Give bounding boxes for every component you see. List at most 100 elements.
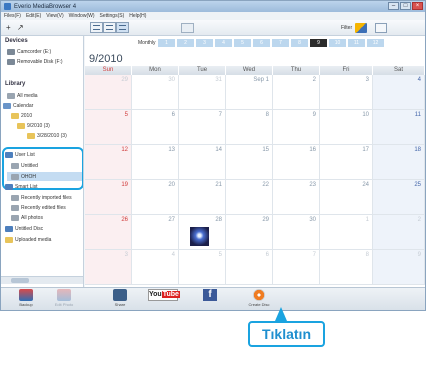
add-button[interactable]: + [6, 23, 11, 33]
calendar-day-cell[interactable]: 7 [273, 250, 320, 285]
calendar-day-cell[interactable]: 9 [373, 250, 425, 285]
calendar-day-cell[interactable]: 21 [179, 180, 226, 215]
media-thumbnail[interactable] [190, 227, 209, 246]
calendar-day-cell[interactable]: 3 [85, 250, 132, 285]
month-tab[interactable]: 8 [291, 39, 308, 47]
calendar-day-cell[interactable]: 14 [179, 145, 226, 180]
calendar-day-cell[interactable]: 10 [320, 110, 373, 145]
calendar-day-cell[interactable]: 25 [373, 180, 425, 215]
facebook-button[interactable]: f [193, 289, 227, 310]
calendar-day-cell[interactable]: 20 [132, 180, 179, 215]
calendar-view-icon[interactable] [116, 22, 129, 33]
calendar-day-cell[interactable]: 31 [179, 75, 226, 110]
sidebar-item-untitled-disc[interactable]: Untitled Disc [5, 224, 43, 233]
sidebar-item-all-photos[interactable]: All photos [11, 213, 43, 222]
create-disc-button[interactable]: Create Disc [242, 289, 276, 310]
month-tab[interactable]: 1 [158, 39, 175, 47]
month-tab[interactable]: 9 [310, 39, 327, 47]
calendar-day-cell[interactable]: 8 [320, 250, 373, 285]
calendar-day-cell[interactable]: 3 [320, 75, 373, 110]
calendar-day-cell[interactable]: 8 [226, 110, 273, 145]
calendar-day-cell[interactable]: 5 [85, 110, 132, 145]
calendar-day-cell[interactable]: 30 [132, 75, 179, 110]
calendar-day-cell[interactable]: 12 [85, 145, 132, 180]
calendar-day-cell[interactable]: 6 [226, 250, 273, 285]
calendar-day-cell[interactable]: 6 [132, 110, 179, 145]
calendar-day-cell[interactable]: 16 [273, 145, 320, 180]
sidebar-item-uploaded[interactable]: Uploaded media [5, 235, 51, 244]
menu-window[interactable]: Window(W) [69, 13, 95, 19]
minimize-button[interactable]: – [388, 2, 399, 10]
sidebar-item-calendar[interactable]: Calendar [3, 101, 33, 110]
refresh-button[interactable] [181, 23, 194, 33]
day-number: 30 [168, 77, 175, 83]
calendar-day-cell[interactable]: 4 [132, 250, 179, 285]
calendar-day-cell[interactable]: Sep 1 [226, 75, 273, 110]
calendar-day-cell[interactable]: 23 [273, 180, 320, 215]
month-tab[interactable]: 5 [234, 39, 251, 47]
month-tab[interactable]: 7 [272, 39, 289, 47]
month-tab[interactable]: 6 [253, 39, 270, 47]
close-button[interactable]: × [412, 2, 423, 10]
calendar-day-cell[interactable]: 2 [373, 215, 425, 250]
calendar-day-cell[interactable]: 17 [320, 145, 373, 180]
calendar-day-cell[interactable]: 26 [85, 215, 132, 250]
calendar-day-cell[interactable]: 1 [320, 215, 373, 250]
youtube-button[interactable]: YouTube [146, 289, 180, 310]
calendar-day-cell[interactable]: 13 [132, 145, 179, 180]
share-button[interactable]: Share [103, 289, 137, 310]
sidebar-item-smart-list[interactable]: Smart List [5, 182, 38, 191]
day-number: 5 [218, 252, 222, 258]
menu-files[interactable]: Files(F) [4, 13, 21, 19]
calendar-day-cell[interactable]: 22 [226, 180, 273, 215]
grid-view-icon[interactable] [90, 22, 103, 33]
sidebar-item-removable-disk[interactable]: Removable Disk (F:) [7, 57, 63, 66]
sidebar-item-2010[interactable]: 2010 [11, 111, 32, 120]
sidebar-item-recently-edited[interactable]: Recently edited files [11, 203, 66, 212]
sidebar-item-recently-imported[interactable]: Recently imported files [11, 193, 72, 202]
month-tab[interactable]: 11 [348, 39, 365, 47]
calendar-day-cell[interactable]: 18 [373, 145, 425, 180]
backup-button[interactable]: Backup [9, 289, 43, 310]
calendar-day-cell[interactable]: 30 [273, 215, 320, 250]
calendar-day-cell[interactable]: 15 [226, 145, 273, 180]
list-view-icon[interactable] [103, 22, 116, 33]
calendar-day-cell[interactable]: 29 [85, 75, 132, 110]
library-heading: Library [5, 81, 26, 87]
maximize-button[interactable]: □ [400, 2, 411, 10]
calendar-day-cell[interactable]: 24 [320, 180, 373, 215]
sort-icon[interactable]: ↗ [17, 23, 24, 33]
calendar-day-cell[interactable]: 9 [273, 110, 320, 145]
menu-settings[interactable]: Settings(S) [100, 13, 125, 19]
calendar-day-cell[interactable]: 4 [373, 75, 425, 110]
menu-edit[interactable]: Edit(E) [26, 13, 41, 19]
calendar-day-cell[interactable]: 29 [226, 215, 273, 250]
menu-help[interactable]: Help(H) [129, 13, 146, 19]
day-number: 23 [309, 182, 316, 188]
edit-photo-button[interactable]: Edit Photo [47, 289, 81, 310]
scrollbar-thumb[interactable] [11, 278, 29, 283]
calendar-day-cell[interactable]: 19 [85, 180, 132, 215]
filter-options-icon[interactable] [375, 23, 387, 33]
calendar-day-cell[interactable]: 27 [132, 215, 179, 250]
sidebar-scrollbar[interactable] [1, 276, 83, 284]
month-tab[interactable]: 3 [196, 39, 213, 47]
weekday-header: Wed [226, 66, 273, 75]
sidebar-item-camcorder[interactable]: Camcorder (E:) [7, 47, 51, 56]
month-tab[interactable]: 10 [329, 39, 346, 47]
calendar-day-cell[interactable]: 2 [273, 75, 320, 110]
sidebar-item-3-28-2010[interactable]: 3/28/2010 (3) [27, 131, 67, 140]
day-number: 17 [362, 147, 369, 153]
menu-view[interactable]: View(V) [46, 13, 63, 19]
filter-icon[interactable] [355, 23, 367, 33]
sidebar-item-9-2010[interactable]: 9/2010 (3) [17, 121, 50, 130]
calendar-day-cell[interactable]: 7 [179, 110, 226, 145]
calendar-day-cell[interactable]: 5 [179, 250, 226, 285]
day-number: 1 [365, 217, 369, 223]
day-number: 20 [168, 182, 175, 188]
month-tab[interactable]: 2 [177, 39, 194, 47]
month-tab[interactable]: 4 [215, 39, 232, 47]
calendar-day-cell[interactable]: 11 [373, 110, 425, 145]
month-tab[interactable]: 12 [367, 39, 384, 47]
sidebar-item-all-media[interactable]: All media [7, 91, 38, 100]
